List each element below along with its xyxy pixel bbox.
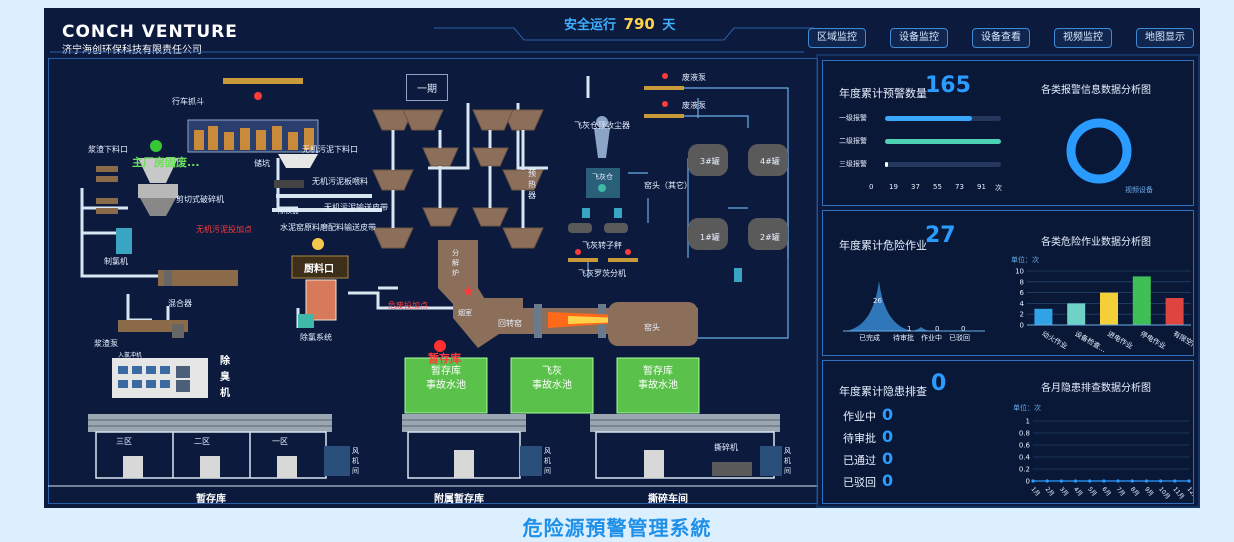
bottom-label-shred-workshop[interactable]: 撕碎车间 — [648, 490, 688, 505]
tank-1-label[interactable]: 1#罐 — [700, 232, 720, 243]
zone-3-label: 三区 — [116, 437, 132, 446]
calciner-label: 分解炉 — [452, 249, 459, 277]
nav-device-view[interactable]: 设备查看 — [972, 28, 1030, 48]
sludge-feed-label: 无机污泥投加点 — [196, 225, 252, 234]
nav-video-monitor[interactable]: 视频监控 — [1054, 28, 1112, 48]
pit-label: 储坑 — [254, 159, 270, 168]
tank-2-label[interactable]: 2#罐 — [760, 232, 780, 243]
pool-2-line1: 飞灰 — [542, 366, 562, 377]
bottom-label-temp-store[interactable]: 暂存库 — [196, 490, 226, 505]
waste-feed-label: 危废投加点 — [388, 301, 428, 310]
dechlorination-label: 除氯系统 — [300, 333, 332, 342]
mixer-label: 混合器 — [168, 299, 192, 308]
dashboard-screen: CONCH VENTURE 济宁海创环保科技有限责任公司 安全运行 790 天 … — [44, 8, 1200, 508]
temp-store-alarm-label[interactable]: 暂存库 — [428, 350, 461, 366]
smoke-chamber-label: 烟室 — [458, 309, 472, 317]
crane-label: 行车抓斗 — [172, 97, 204, 106]
rotary-kiln-label: 回转窑 — [498, 319, 522, 328]
pool-1-line2: 事故水池 — [426, 380, 466, 391]
sludge-plate-label: 无机污泥板喂料 — [312, 177, 368, 186]
fan-room-label-3: 风机间 — [784, 447, 791, 475]
sludge-belt-label: 无机污泥输送皮带 — [324, 203, 388, 212]
fly-ash-collector-label: 飞灰仓顶收尘器 — [574, 121, 630, 130]
system-title: 危险源預警管理系統 — [522, 516, 712, 540]
pool-2-line2: 事故水池 — [532, 380, 572, 391]
svg-text:★: ★ — [462, 284, 475, 300]
raw-belt-label: 水泥窑原料磨配料输送皮带 — [280, 223, 376, 232]
fly-ash-rotor-label: 飞灰转子秤 — [582, 241, 622, 250]
bottom-label-aux-store[interactable]: 附属暂存库 — [434, 490, 484, 505]
shred-room-label: 撕碎机 — [714, 443, 738, 452]
kiln-head-label: 窑头 — [644, 323, 660, 332]
pool-3[interactable]: 暂存库 事故水池 — [618, 365, 698, 393]
fan-room-label-1: 风机间 — [352, 447, 359, 475]
plant-process-diagram: ★ 一期 行车抓斗 储坑 浆渣下料口 主厂房固废... 剪切式破碎机 制氯机 混… — [48, 58, 818, 505]
zone-2-label: 二区 — [194, 437, 210, 446]
main-plant-label[interactable]: 主厂房固废... — [132, 154, 200, 170]
tank-4-label[interactable]: 4#罐 — [760, 156, 780, 167]
plant-graphics: ★ — [48, 58, 818, 504]
waste-pump-1-label: 废液泵 — [682, 73, 706, 82]
chg-label: 入氯冲机 — [118, 352, 143, 359]
fan-room-label-2: 风机间 — [544, 447, 551, 475]
deodorizer-label: 除臭机 — [220, 356, 230, 399]
feed-port-label: 厨料口 — [304, 264, 334, 275]
shredder-label: 剪切式破碎机 — [176, 195, 224, 204]
nav-device-monitor[interactable]: 设备监控 — [890, 28, 948, 48]
sludge-outlet-label: 无机污泥下料口 — [302, 145, 358, 154]
nav-area-monitor[interactable]: 区域监控 — [808, 28, 866, 48]
tank-3-label[interactable]: 3#罐 — [700, 156, 720, 167]
preheater-label: 预热器 — [528, 169, 536, 200]
pool-2[interactable]: 飞灰 事故水池 — [512, 365, 592, 393]
fly-ash-bin-label: 飞灰仓 — [592, 173, 613, 181]
kiln-head-other-label: 窑头（其它） — [644, 181, 692, 190]
right-frame — [816, 54, 1200, 508]
iron-remover-label: 除铁器 — [278, 207, 299, 215]
zone-1-label: 一区 — [272, 437, 288, 446]
pool-3-line1: 暂存库 — [643, 366, 673, 377]
nav-map-display[interactable]: 地图显示 — [1136, 28, 1194, 48]
chlorine-maker-label: 制氯机 — [104, 257, 128, 266]
slag-outlet-label: 浆渣下料口 — [88, 145, 128, 154]
waste-pump-2-label: 废液泵 — [682, 101, 706, 110]
fly-ash-separator-label: 飞灰罗茨分机 — [578, 269, 626, 278]
phase-label: 一期 — [406, 74, 448, 101]
slurry-pump-label: 浆渣泵 — [94, 339, 118, 348]
pool-3-line2: 事故水池 — [638, 380, 678, 391]
pool-1[interactable]: 暂存库 事故水池 — [406, 365, 486, 393]
pool-1-line1: 暂存库 — [431, 366, 461, 377]
